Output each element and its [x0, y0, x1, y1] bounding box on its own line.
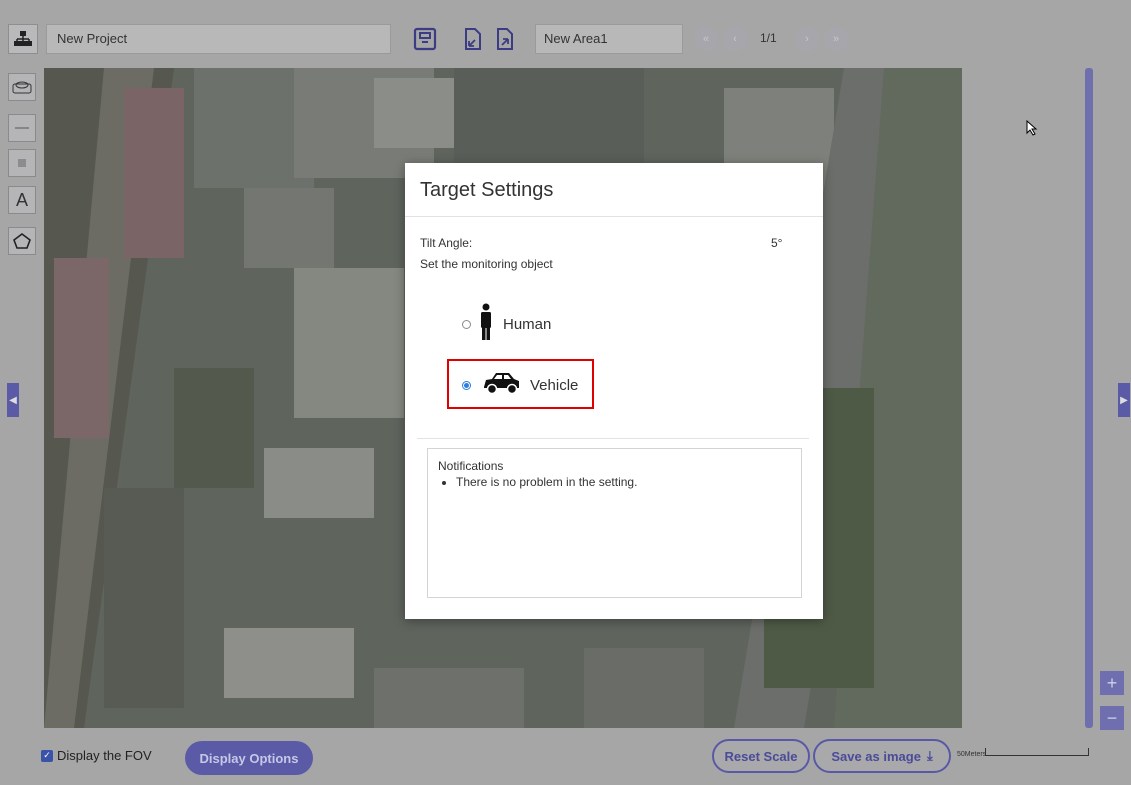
divider — [417, 438, 809, 439]
scale-bar — [985, 748, 1089, 756]
display-fov-checkbox[interactable]: ✓ Display the FOV — [41, 748, 152, 763]
zoom-out-icon[interactable]: − — [1100, 706, 1124, 730]
network-tree-icon[interactable] — [8, 24, 38, 54]
save-as-image-label: Save as image — [831, 748, 921, 764]
vehicle-selection-highlight — [447, 359, 594, 409]
next-page-icon[interactable]: › — [795, 27, 819, 51]
prev-page-icon[interactable]: ‹ — [723, 27, 747, 51]
rect-tool-icon[interactable] — [8, 149, 36, 177]
checkbox-icon[interactable]: ✓ — [41, 749, 53, 762]
map-margin — [962, 68, 1084, 728]
import-arrow-icon[interactable] — [458, 24, 488, 54]
page-indicator: 1/1 — [760, 31, 777, 45]
download-icon: ⤓ — [926, 748, 933, 763]
reset-scale-button[interactable]: Reset Scale — [712, 739, 810, 773]
tilt-angle-value: 5° — [771, 236, 783, 250]
tilt-angle-label: Tilt Angle: — [420, 236, 473, 250]
mouse-pointer-icon — [1026, 119, 1038, 141]
human-icon — [479, 303, 493, 345]
project-name-input[interactable]: New Project — [46, 24, 391, 54]
human-radio[interactable] — [462, 319, 471, 329]
divider — [405, 216, 823, 217]
text-tool-icon[interactable]: A — [8, 186, 36, 214]
camera-tool-icon[interactable] — [8, 73, 36, 101]
left-panel-toggle-icon[interactable]: ◀ — [7, 383, 19, 417]
display-fov-label: Display the FOV — [57, 748, 152, 763]
app-window: New Project New Area1 « ‹ 1/1 › » A ◀ ▶ — [0, 0, 1131, 785]
dialog-title: Target Settings — [420, 179, 554, 201]
line-tool-icon[interactable] — [8, 114, 36, 142]
area-name-input[interactable]: New Area1 — [535, 24, 683, 54]
human-option[interactable]: Human — [462, 303, 551, 345]
notifications-panel: Notifications There is no problem in the… — [427, 448, 802, 598]
first-page-icon[interactable]: « — [694, 27, 718, 51]
display-options-button[interactable]: Display Options — [185, 741, 313, 775]
scale-label: 50Meters — [957, 751, 987, 758]
save-as-image-button[interactable]: Save as image ⤓ — [813, 739, 951, 773]
monitoring-object-label: Set the monitoring object — [420, 257, 553, 271]
human-label: Human — [503, 315, 552, 333]
notifications-title: Notifications — [438, 459, 504, 473]
zoom-in-icon[interactable]: + — [1100, 671, 1124, 695]
polygon-tool-icon[interactable] — [8, 227, 36, 255]
export-arrow-icon[interactable] — [490, 24, 520, 54]
right-panel-toggle-icon[interactable]: ▶ — [1118, 383, 1130, 417]
notification-item: There is no problem in the setting. — [456, 475, 791, 489]
save-floppy-icon[interactable] — [410, 24, 440, 54]
vertical-scrollbar[interactable] — [1085, 68, 1093, 728]
last-page-icon[interactable]: » — [824, 27, 848, 51]
